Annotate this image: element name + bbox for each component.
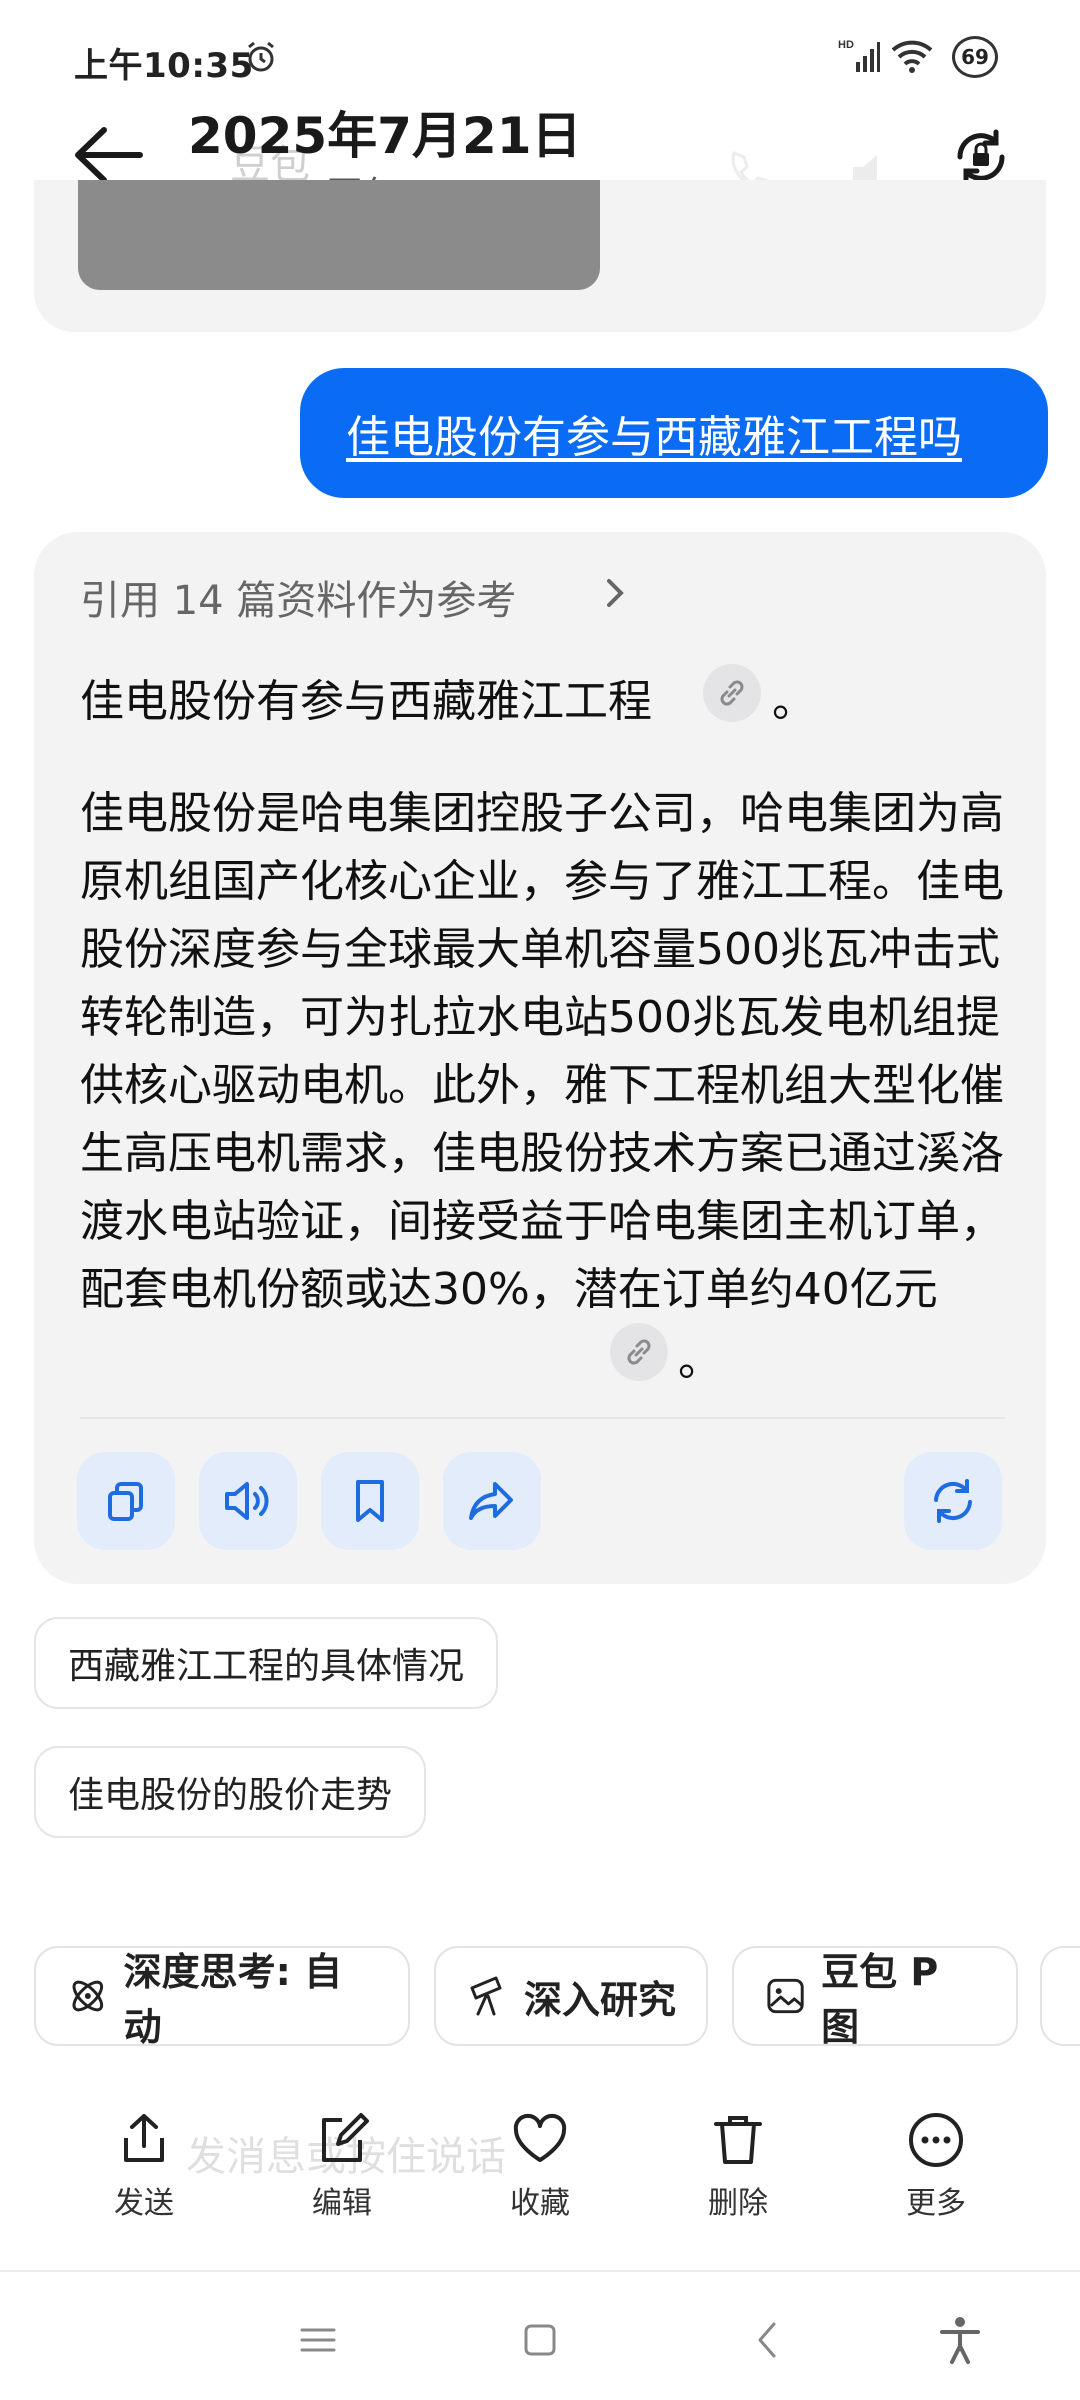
page-title: 2025年7月21日 xyxy=(188,107,582,165)
chevron-right-icon[interactable] xyxy=(600,573,630,613)
status-time: 上午10:35 xyxy=(74,46,254,86)
link-icon xyxy=(720,680,744,706)
atom-icon xyxy=(72,1980,104,2012)
suggestion-chip[interactable]: 西藏雅江工程的具体情况 xyxy=(34,1617,499,1709)
accessibility-icon[interactable] xyxy=(930,2310,990,2370)
nav-divider xyxy=(0,2270,1080,2272)
image-edit-icon xyxy=(767,1978,804,2014)
suggestion-chip[interactable]: 佳电股份的股价走势 xyxy=(34,1746,427,1838)
send-icon xyxy=(124,2114,164,2162)
regenerate-button[interactable] xyxy=(904,1452,1002,1550)
previous-message-image[interactable] xyxy=(78,180,600,290)
more-action[interactable]: 更多 xyxy=(876,2110,996,2222)
source-link-chip[interactable] xyxy=(703,664,761,722)
references-link[interactable]: 引用 14 篇资料作为参考 xyxy=(80,568,516,626)
image-edit-label: 豆包 P 图 xyxy=(821,1950,939,2049)
edit-icon xyxy=(322,2113,369,2162)
nav-back-icon[interactable] xyxy=(738,2310,798,2370)
body-period: 。 xyxy=(678,1335,722,1386)
link-icon xyxy=(627,1339,651,1365)
regenerate-icon xyxy=(934,1479,972,1523)
battery-indicator: 69 xyxy=(952,36,998,78)
svg-text:HD: HD xyxy=(838,39,854,51)
read-aloud-button[interactable] xyxy=(199,1452,297,1550)
heart-icon xyxy=(513,2113,567,2162)
user-message-bubble[interactable]: 佳电股份有参与西藏雅江工程吗 xyxy=(300,368,1048,498)
edit-action[interactable]: 编辑 xyxy=(282,2110,402,2222)
speaker-icon xyxy=(225,1482,269,1520)
copy-button[interactable] xyxy=(77,1452,175,1550)
deep-research-label: 深入研究 xyxy=(524,1977,677,2022)
deep-research-chip[interactable]: 深入研究 xyxy=(434,1946,708,2046)
delete-action[interactable]: 删除 xyxy=(678,2110,798,2222)
share-icon xyxy=(469,1482,513,1520)
trash-icon xyxy=(714,2116,762,2164)
signal-icon: HD xyxy=(838,39,880,72)
answer-body: 佳电股份是哈电集团控股子公司，哈电集团为高原机组国产化核心企业，参与了雅江工程。… xyxy=(80,788,1004,1315)
favorite-label: 收藏 xyxy=(510,2186,570,2221)
telescope-icon xyxy=(470,1976,502,2016)
answer-summary: 佳电股份有参与西藏雅江工程 xyxy=(80,676,652,727)
source-link-chip[interactable] xyxy=(610,1323,668,1381)
edit-label: 编辑 xyxy=(312,2186,372,2221)
send-label: 发送 xyxy=(114,2186,174,2221)
deep-think-chip[interactable]: 深度思考: 自动 xyxy=(34,1946,410,2049)
favorite-action[interactable]: 收藏 xyxy=(480,2110,600,2222)
share-button[interactable] xyxy=(443,1452,541,1550)
wifi-icon xyxy=(891,40,933,73)
delete-label: 删除 xyxy=(708,2186,768,2221)
divider xyxy=(80,1417,1005,1419)
menu-icon[interactable] xyxy=(288,2310,348,2370)
user-message-text: 佳电股份有参与西藏雅江工程吗 xyxy=(346,412,962,463)
more-tools-chip[interactable] xyxy=(1040,1946,1080,2046)
send-action[interactable]: 发送 xyxy=(84,2110,204,2222)
image-edit-chip[interactable]: 豆包 P 图 xyxy=(732,1946,1018,2049)
copy-icon xyxy=(108,1482,143,1521)
deep-think-label: 深度思考: 自动 xyxy=(123,1950,343,2049)
bookmark-button[interactable] xyxy=(321,1452,419,1550)
alarm-icon xyxy=(248,41,274,72)
more-label: 更多 xyxy=(906,2186,966,2221)
more-icon xyxy=(909,2113,963,2167)
home-icon[interactable] xyxy=(510,2310,570,2370)
summary-period: 。 xyxy=(772,676,816,727)
bookmark-icon xyxy=(356,1480,384,1522)
